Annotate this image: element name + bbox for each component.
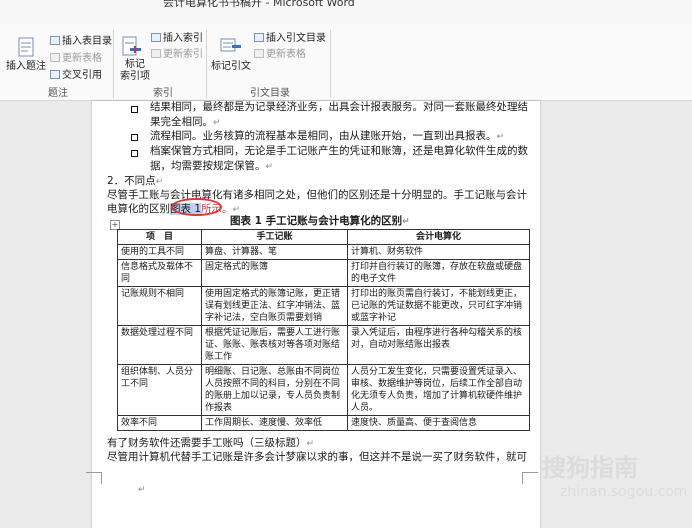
empty-paragraph-mark[interactable]: ↵ <box>138 482 146 498</box>
table-cell[interactable]: 录入凭证后，由程序进行各种勾稽关系的核对，自动对账结账出报表 <box>347 325 530 365</box>
table-header-cell[interactable]: 会计电算化 <box>347 229 530 245</box>
bullet-text[interactable]: 流程相同。业务核算的流程基本是相同，由从建账开始，一直到出具报表。↵ <box>150 129 504 145</box>
insert-index-button[interactable]: 插入索引 <box>151 33 203 45</box>
table-cell[interactable]: 组织体制、人员分工不同 <box>117 364 202 416</box>
watermark-url: zhinan.sogou.com <box>560 484 688 500</box>
insert-table-of-authorities-button[interactable]: 插入引文目录 <box>254 33 326 45</box>
update-table-authorities-icon <box>254 49 264 58</box>
table-cell[interactable]: 效率不同 <box>117 415 202 431</box>
group-separator <box>113 30 114 98</box>
highlight-circle <box>171 198 222 216</box>
bullet-marker <box>131 106 138 113</box>
group-label-index: 索引 <box>153 88 173 99</box>
bullet-text[interactable]: 档案保管方式相同，无论是手工记账产生的凭证和账簿，还是电算化软件生成的数 <box>150 144 528 159</box>
update-index-icon <box>151 49 161 58</box>
table-header-cell[interactable]: 手工记账 <box>201 229 348 245</box>
update-table-button[interactable]: 更新表格 <box>50 53 102 65</box>
body-paragraph[interactable]: 尽管用计算机代替手工记账是许多会计梦寐以求的事，但这并不是说一买了财务软件，就可 <box>107 450 527 465</box>
table-row: 信息格式及载体不同 固定格式的账簿 打印并自行装订的账簿，存放在软盘或硬盘的电子… <box>117 259 530 287</box>
group-label-captions: 题注 <box>48 88 68 99</box>
title-bar: 会计电算化书书稿开 - Microsoft Word <box>0 0 692 24</box>
bullet-text[interactable]: 结果相同，最终都是为记录经济业务，出具会计报表服务。对同一套账最终处理结 <box>150 100 528 115</box>
table-header-cell[interactable]: 项 目 <box>117 229 202 245</box>
table-cell[interactable]: 算盘、计算器、笔 <box>201 244 348 260</box>
mark-citation-icon[interactable] <box>220 36 241 58</box>
group-separator <box>206 30 207 98</box>
table-row: 效率不同 工作周期长、速度慢、效率低 速度快、质量高、便于查阅信息 <box>117 415 530 431</box>
table-cell[interactable]: 速度快、质量高、便于查阅信息 <box>347 415 530 431</box>
table-of-figures-icon <box>50 36 60 45</box>
cross-reference-button[interactable]: 交叉引用 <box>50 70 102 82</box>
table-cell[interactable]: 根据凭证记账后，需要人工进行账证、账账、账表核对等各项对账结账工作 <box>201 325 348 365</box>
table-cell[interactable]: 使用的工具不同 <box>117 244 202 260</box>
insert-caption-icon[interactable] <box>16 37 36 59</box>
update-table-authorities-button[interactable]: 更新表格 <box>254 49 306 61</box>
table-row: 数据处理过程不同 根据凭证记账后，需要人工进行账证、账账、账表核对等各项对账结账… <box>117 325 530 365</box>
table-cell[interactable]: 打印并自行装订的账簿，存放在软盘或硬盘的电子文件 <box>347 259 530 287</box>
cross-reference-icon <box>50 70 60 79</box>
table-row: 使用的工具不同 算盘、计算器、笔 计算机、财务软件 <box>117 244 530 260</box>
table-of-authorities-icon <box>254 33 264 42</box>
table-cell[interactable]: 工作周期长、速度慢、效率低 <box>201 415 348 431</box>
update-index-button[interactable]: 更新索引 <box>151 49 203 61</box>
crop-mark <box>86 472 102 473</box>
insert-caption-button[interactable]: 插入题注 <box>6 61 46 73</box>
table-row: 记账规则不相同 使用固定格式的账簿记账，更正错误有划线更正法、红字冲销法、蓝字补… <box>117 286 530 326</box>
table-cell[interactable]: 使用固定格式的账簿记账，更正错误有划线更正法、红字冲销法、蓝字补记法，空白账页需… <box>201 286 348 326</box>
bullet-marker <box>131 150 138 157</box>
mark-entry-button[interactable]: 标记 索引项 <box>120 59 150 83</box>
table-caption[interactable]: 图表 1 手工记账与会计电算化的区别↵ <box>230 214 410 230</box>
bullet-marker <box>131 134 138 141</box>
table-header-row: 项 目 手工记账 会计电算化 <box>117 229 530 245</box>
mark-citation-button[interactable]: 标记引文 <box>211 61 251 73</box>
group-separator <box>330 30 331 98</box>
table-cell[interactable]: 打印出的账页需自行装订，不能划线更正，已记账的凭证数据不能更改，只可红字冲销或蓝… <box>347 286 530 326</box>
table-cell[interactable]: 数据处理过程不同 <box>117 325 202 365</box>
insert-table-of-figures-button[interactable]: 插入表目录 <box>50 36 112 48</box>
window-title: 会计电算化书书稿开 - Microsoft Word <box>163 0 355 9</box>
table-cell[interactable]: 明细账、日记账、总账由不同岗位人员按照不同的科目，分别在不同的账册上加以记录，专… <box>201 364 348 416</box>
group-label-citations: 引文目录 <box>250 88 290 99</box>
table-row: 组织体制、人员分工不同 明细账、日记账、总账由不同岗位人员按照不同的科目，分别在… <box>117 364 530 416</box>
bullet-text[interactable]: 据，均需要按规定保管。↵ <box>150 159 273 175</box>
update-table-icon <box>50 53 60 62</box>
crop-mark <box>101 472 102 484</box>
mark-entry-icon[interactable] <box>121 36 141 58</box>
comparison-table[interactable]: 项 目 手工记账 会计电算化 使用的工具不同 算盘、计算器、笔 计算机、财务软件… <box>117 229 530 431</box>
crop-mark <box>522 472 538 473</box>
table-cell[interactable]: 计算机、财务软件 <box>347 244 530 260</box>
crop-mark <box>522 472 523 484</box>
intro-text[interactable]: 尽管手工账与会计电算化有诸多相同之处，但他们的区别还是十分明显的。手工记账与会计 <box>107 188 527 203</box>
table-cell[interactable]: 记账规则不相同 <box>117 286 202 326</box>
table-cell[interactable]: 固定格式的账簿 <box>201 259 348 287</box>
insert-index-icon <box>151 33 161 42</box>
table-cell[interactable]: 人员分工发生变化，只需要设置凭证录入、审核、数据维护等岗位，后续工作全部自动化无… <box>347 364 530 416</box>
watermark-brand: 搜狗指南 <box>542 454 638 482</box>
table-cell[interactable]: 信息格式及载体不同 <box>117 259 202 287</box>
